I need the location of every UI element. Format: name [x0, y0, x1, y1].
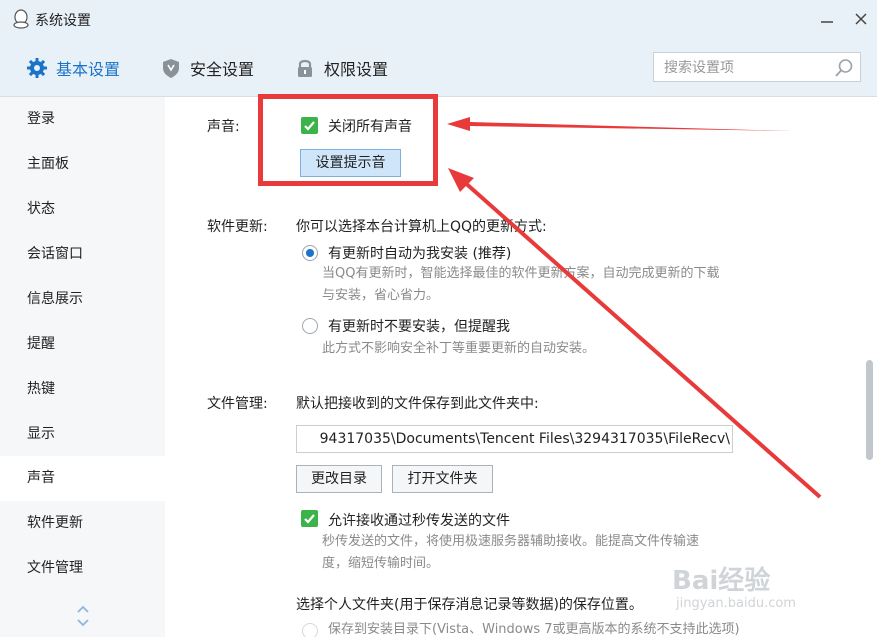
sidebar-item-file-management[interactable]: 文件管理 — [0, 546, 165, 591]
download-path-field[interactable]: 94317035\Documents\Tencent Files\3294317… — [296, 425, 733, 453]
baidu-watermark-url: jingyan.baidu.com — [676, 596, 796, 611]
tab-permission-settings-label: 权限设置 — [324, 60, 389, 79]
chevron-up-icon[interactable] — [76, 604, 90, 614]
allow-fast-desc-1: 秒传发送的文件，将使用极速服务器辅助接收。能提高文件传输速 — [322, 534, 700, 549]
sidebar: 登录 主面板 状态 会话窗口 信息展示 提醒 热键 显示 声音 软件更新 文件管… — [0, 97, 165, 637]
update-notify-desc: 此方式不影响安全补丁等重要更新的自动安装。 — [322, 341, 596, 356]
update-auto-desc-2: 与安装，省心省力。 — [322, 288, 440, 303]
open-folder-button[interactable]: 打开文件夹 — [392, 465, 493, 493]
allow-fast-transfer-label: 允许接收通过秒传发送的文件 — [328, 513, 510, 529]
update-auto-radio[interactable] — [302, 245, 318, 261]
download-path-value: 94317035\Documents\Tencent Files\3294317… — [319, 431, 730, 447]
close-icon[interactable] — [852, 10, 870, 28]
lock-icon — [298, 59, 312, 77]
allow-fast-transfer-checkbox[interactable] — [301, 510, 318, 527]
sidebar-item-hotkeys[interactable]: 热键 — [0, 367, 165, 412]
search-icon[interactable] — [834, 58, 854, 78]
tab-security-settings[interactable]: 安全设置 — [160, 56, 254, 80]
title-bar: 系统设置 — [0, 0, 877, 38]
allow-fast-desc-2: 度，缩短传输时间。 — [322, 556, 440, 571]
chevron-down-icon[interactable] — [76, 618, 90, 628]
update-section-label: 软件更新: — [207, 219, 268, 235]
window-title: 系统设置 — [35, 13, 91, 29]
update-intro: 你可以选择本台计算机上QQ的更新方式: — [296, 219, 547, 235]
annotation-highlight-box — [258, 94, 438, 186]
sidebar-item-main-panel[interactable]: 主面板 — [0, 142, 165, 187]
search-box — [653, 52, 861, 82]
change-dir-button[interactable]: 更改目录 — [296, 465, 382, 493]
baidu-watermark: Bai经验 — [672, 566, 771, 596]
file-intro: 默认把接收到的文件保存到此文件夹中: — [296, 396, 539, 412]
minimize-icon[interactable] — [818, 10, 836, 28]
gear-icon — [27, 58, 47, 78]
sidebar-item-sound[interactable]: 声音 — [0, 456, 165, 501]
search-input[interactable] — [662, 58, 836, 78]
sidebar-item-login[interactable]: 登录 — [0, 97, 165, 142]
personal-folder-install-dir-label: 保存到安装目录下(Vista、Windows 7或更高版本的系统不支持此选项) — [328, 622, 740, 637]
settings-toolbar: 基本设置 安全设置 权限设置 — [0, 38, 877, 97]
content-scrollbar[interactable] — [866, 360, 873, 460]
tab-basic-settings-label: 基本设置 — [56, 60, 121, 79]
shield-icon — [163, 59, 179, 78]
qq-penguin-icon — [13, 9, 29, 29]
tab-permission-settings[interactable]: 权限设置 — [294, 56, 388, 80]
update-notify-radio[interactable] — [302, 318, 318, 334]
personal-folder-install-dir-radio[interactable] — [302, 623, 318, 637]
sidebar-item-software-update[interactable]: 软件更新 — [0, 501, 165, 546]
tab-security-settings-label: 安全设置 — [190, 60, 255, 79]
file-section-label: 文件管理: — [207, 396, 268, 412]
update-auto-desc-1: 当QQ有更新时，智能选择最佳的软件更新方案，自动完成更新的下载 — [322, 266, 720, 281]
sidebar-item-display[interactable]: 显示 — [0, 412, 165, 457]
sidebar-item-chat-window[interactable]: 会话窗口 — [0, 232, 165, 277]
tab-basic-settings[interactable]: 基本设置 — [26, 56, 120, 80]
update-auto-label: 有更新时自动为我安装 (推荐) — [328, 246, 512, 262]
sound-section-label: 声音: — [207, 119, 240, 135]
sidebar-item-info-display[interactable]: 信息展示 — [0, 277, 165, 322]
check-icon — [304, 514, 315, 524]
sidebar-item-reminder[interactable]: 提醒 — [0, 322, 165, 367]
personal-folder-label: 选择个人文件夹(用于保存消息记录等数据)的保存位置。 — [296, 597, 643, 613]
sidebar-item-status[interactable]: 状态 — [0, 187, 165, 232]
update-notify-label: 有更新时不要安装，但提醒我 — [328, 319, 510, 335]
